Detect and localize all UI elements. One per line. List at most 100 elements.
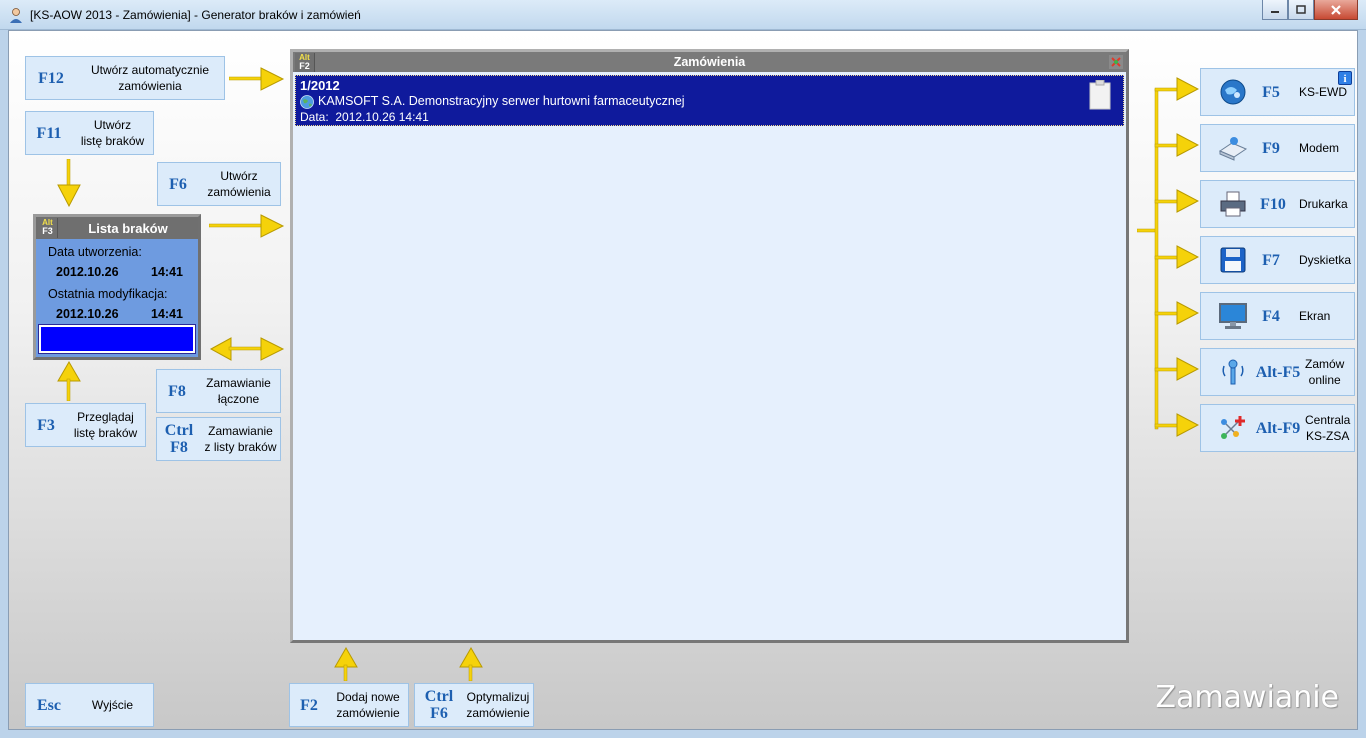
f5-key: F5 [1262,83,1280,101]
alt-f5-key: Alt-F5 [1255,363,1301,381]
arrow-right-icon [209,214,285,238]
panel-title: Zamówienia [673,55,746,69]
app-icon [10,8,22,23]
f8-combined-order-button[interactable]: F8 Zamawianie łączone [156,369,281,413]
close-button[interactable] [1314,0,1358,20]
f8-key: F8 [168,382,186,400]
zamowienia-panel: Alt F2 Zamówienia 1/2012 KAMSOFT S.A. De… [290,49,1129,643]
f2-label-2: zamówienie [336,706,400,720]
esc-key: Esc [37,696,61,714]
online-order-icon [1222,359,1244,385]
f11-key: F11 [36,124,62,142]
alt-f5-label-2: online [1308,373,1341,387]
order-number: 1/2012 [300,78,340,93]
created-date: 2012.10.26 [56,265,119,279]
maximize-icon [1296,5,1306,14]
f7-key: F7 [1262,251,1280,269]
minimize-button[interactable] [1262,0,1288,20]
f3-browse-list-button[interactable]: F3 Przeglądaj listę braków [25,403,146,447]
close-icon [1331,4,1341,15]
ctrl-f6-label-2: zamówienie [466,706,530,720]
ctrl-f6-key-2: F6 [430,705,448,722]
f7-floppy-button[interactable]: F7 Dyskietka [1200,236,1355,284]
f8-label-1: Zamawianie [206,376,271,390]
f9-key: F9 [1262,139,1280,157]
title-bar: [KS-AOW 2013 - Zamówienia] - Generator b… [0,0,1366,30]
ks-ewd-icon [1220,79,1246,105]
f5-ks-ewd-button[interactable]: F5 KS-EWD i [1200,68,1355,116]
f6-key: F6 [169,175,187,193]
ctrl-f8-label-1: Zamawianie [208,424,273,438]
f11-create-list-button[interactable]: F11 Utwórz listę braków [25,111,154,155]
ctrl-f6-label-1: Optymalizuj [466,690,530,704]
f10-key: F10 [1260,195,1286,213]
f2-add-order-button[interactable]: F2 Dodaj nowe zamówienie [289,683,409,727]
f10-label: Drukarka [1299,197,1348,211]
f10-printer-button[interactable]: F10 Drukarka [1200,180,1355,228]
lista-brakow-panel[interactable]: Alt F3 Lista braków Data utworzenia: 201… [33,214,201,360]
f4-key: F4 [1262,307,1280,325]
arrow-up-icon [334,647,358,681]
f12-label-2: zamówienia [118,79,182,93]
ctrl-f6-optimize-button[interactable]: Ctrl F6 Optymalizuj zamówienie [414,683,534,727]
maximize-button[interactable] [1288,0,1314,20]
arrow-up-icon [57,361,81,401]
alt-f5-label-1: Zamów [1305,357,1345,371]
lista-title: Lista braków [88,220,168,236]
f4-screen-button[interactable]: F4 Ekran [1200,292,1355,340]
f9-label: Modem [1299,141,1340,155]
panel-close-icon[interactable] [1109,55,1123,69]
created-time: 14:41 [151,265,183,279]
printer-icon [1220,191,1246,217]
alt-f9-label-1: Centrala [1305,413,1351,427]
double-arrow-icon [209,337,285,361]
f2-label-1: Dodaj nowe [336,690,400,704]
order-date-value: 2012.10.26 14:41 [335,110,429,124]
tree-connector [1137,77,1199,437]
arrow-right-icon [229,67,285,91]
modified-date: 2012.10.26 [56,307,119,321]
modified-label: Ostatnia modyfikacja: [48,287,168,301]
arrow-up-icon [459,647,483,681]
ctrl-f8-order-from-list-button[interactable]: Ctrl F8 Zamawianie z listy braków [156,417,281,461]
order-date-label: Data: [300,110,329,124]
order-list-item[interactable]: 1/2012 KAMSOFT S.A. Demonstracyjny serwe… [295,75,1124,126]
alt-f9-central-button[interactable]: Alt-F9 Centrala KS-ZSA [1200,404,1355,452]
f8-label-2: łączone [217,392,260,406]
f2-key: F2 [300,696,318,714]
minimize-icon [1271,10,1279,13]
f3-key: F3 [37,416,55,434]
ctrl-f8-key-1: Ctrl [164,422,194,439]
alt-f5-order-online-button[interactable]: Alt-F5 Zamów online [1200,348,1355,396]
clipboard-icon [1089,80,1111,110]
f6-create-orders-button[interactable]: F6 Utwórz zamówienia [157,162,281,206]
f12-key: F12 [38,69,64,87]
modem-icon [1218,137,1248,161]
f6-label-1: Utwórz [220,169,258,183]
order-supplier: KAMSOFT S.A. Demonstracyjny serwer hurto… [318,94,685,108]
f11-label-2: listę braków [80,134,145,148]
globe-icon [300,94,314,109]
watermark-text: Zamawianie [1155,680,1339,715]
ctrl-f8-label-2: z listy braków [204,440,277,454]
created-label: Data utworzenia: [48,245,142,259]
window-title: [KS-AOW 2013 - Zamówienia] - Generator b… [30,8,361,22]
f6-label-2: zamówienia [207,185,271,199]
ctrl-f8-key-2: F8 [170,439,188,456]
f12-auto-order-button[interactable]: F12 Utwórz automatycznie zamówienia [25,56,225,100]
f9-modem-button[interactable]: F9 Modem [1200,124,1355,172]
esc-exit-button[interactable]: Esc Wyjście [25,683,154,727]
lista-progress-bar [39,325,195,353]
f3-label-1: Przeglądaj [77,410,134,424]
arrow-down-icon [57,159,81,207]
f12-label-1: Utwórz automatycznie [90,63,210,77]
f5-label: KS-EWD [1299,85,1347,99]
f7-label: Dyskietka [1299,253,1352,267]
esc-label: Wyjście [91,698,134,712]
monitor-icon [1219,303,1247,329]
floppy-icon [1220,247,1246,273]
info-icon[interactable]: i [1338,71,1352,85]
lista-alt-badge: Alt F3 [38,218,58,238]
client-area: F12 Utwórz automatycznie zamówienia F11 … [8,30,1358,730]
f4-label: Ekran [1299,309,1331,323]
